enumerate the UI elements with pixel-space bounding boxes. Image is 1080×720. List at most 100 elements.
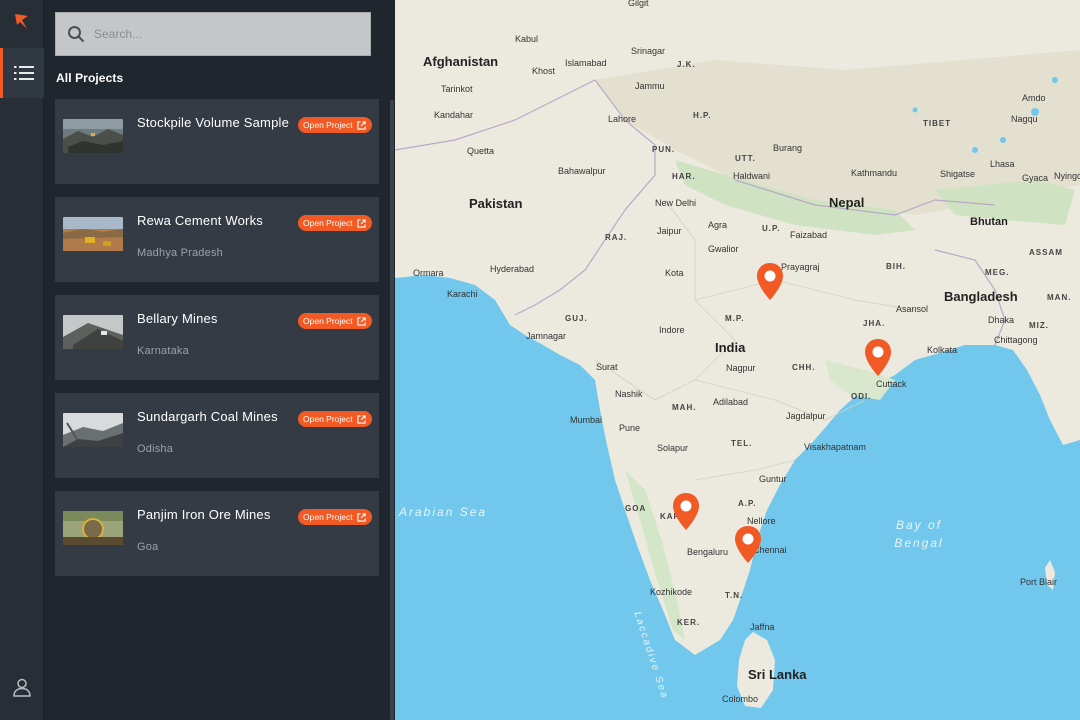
projects-list-icon[interactable] — [0, 48, 44, 98]
map-label-state: T.N. — [725, 591, 744, 600]
map-label-city: Solapur — [657, 443, 689, 453]
map-label-city: Port Blair — [1020, 577, 1058, 587]
map-label-state: RAJ. — [605, 233, 628, 242]
project-thumbnail — [63, 217, 123, 251]
external-link-icon — [356, 414, 366, 424]
map-label-city: Visakhapatnam — [804, 442, 866, 452]
project-pin-sundargarh[interactable] — [863, 338, 893, 378]
map-label-city: Lahore — [608, 114, 637, 124]
map-label-city: Bengaluru — [687, 547, 729, 557]
map-label-state: TIBET — [923, 119, 952, 128]
projects-panel: All Projects Stockpile Volume Sample Ope… — [44, 0, 395, 720]
project-location: Karnataka — [137, 345, 189, 357]
map-label-city: Faizabad — [790, 230, 828, 240]
open-project-label: Open Project — [303, 512, 353, 522]
project-pin-rewa[interactable] — [755, 262, 785, 302]
open-project-button[interactable]: Open Project — [298, 313, 372, 329]
map-label-city: Chittagong — [994, 335, 1038, 345]
map-label-city: Kathmandu — [851, 168, 898, 178]
project-title: Sundargarh Coal Mines — [137, 409, 278, 424]
map-label-city: Jaffna — [750, 622, 775, 632]
app-logo-icon[interactable] — [0, 0, 44, 44]
open-project-button[interactable]: Open Project — [298, 215, 372, 231]
map-label-state: U.P. — [762, 224, 781, 233]
map-label-city: Guntur — [759, 474, 787, 484]
project-card-sundargarh[interactable]: Sundargarh Coal Mines Odisha Open Projec… — [55, 393, 379, 478]
open-project-button[interactable]: Open Project — [298, 509, 372, 525]
external-link-icon — [356, 316, 366, 326]
map-label-city: Nagpur — [726, 363, 756, 373]
section-title: All Projects — [56, 71, 124, 85]
map-label-state: KER. — [677, 618, 701, 627]
map-label-city: Kolkata — [927, 345, 958, 355]
map-label-country: Bangladesh — [944, 289, 1018, 304]
map-label-country: Sri Lanka — [748, 667, 807, 682]
open-project-button[interactable]: Open Project — [298, 117, 372, 133]
project-location: Goa — [137, 541, 159, 553]
project-card-panjim[interactable]: Panjim Iron Ore Mines Goa Open Project — [55, 491, 379, 576]
map-label-city: Lhasa — [990, 159, 1015, 169]
project-location: Odisha — [137, 443, 174, 455]
map-label-city: Colombo — [722, 694, 759, 704]
project-thumbnail — [63, 413, 123, 447]
project-card-bellary[interactable]: Bellary Mines Karnataka Open Project — [55, 295, 379, 380]
user-profile-icon[interactable] — [0, 672, 44, 702]
map-label-country: Afghanistan — [423, 54, 499, 69]
map-label-city: Jagdalpur — [786, 411, 826, 421]
map-label-city: Dhaka — [988, 315, 1015, 325]
map-label-state: H.P. — [693, 111, 712, 120]
map-label-city: Kota — [665, 268, 684, 278]
external-link-icon — [356, 120, 366, 130]
map-label-city: Gilgit — [628, 0, 649, 8]
map-label-state: MAN. — [1047, 293, 1072, 302]
map-label-state: MAH. — [672, 403, 697, 412]
map-label-city: Hyderabad — [490, 264, 535, 274]
map-label-state: JHA. — [863, 319, 886, 328]
project-location: Madhya Pradesh — [137, 247, 223, 259]
map-label-country: Pakistan — [469, 196, 523, 211]
map-label-city: Nyingchi — [1054, 171, 1080, 181]
open-project-button[interactable]: Open Project — [298, 411, 372, 427]
map-label-city: New Delhi — [655, 198, 697, 208]
map-label-state: UTT. — [735, 154, 756, 163]
map-label-city: Nagqu — [1011, 114, 1038, 124]
map-label-city: Pune — [619, 423, 641, 433]
panel-scrollbar[interactable] — [390, 100, 394, 720]
open-project-label: Open Project — [303, 218, 353, 228]
map-label-city: Adilabad — [713, 397, 749, 407]
external-link-icon — [356, 218, 366, 228]
map-label-state: MIZ. — [1029, 321, 1049, 330]
map-label-country: Bhutan — [970, 216, 1008, 228]
map-label-country: Nepal — [829, 195, 865, 210]
project-title: Bellary Mines — [137, 311, 218, 326]
map-label-country: India — [715, 340, 746, 355]
map-label-state: HAR. — [672, 172, 696, 181]
external-link-icon — [356, 512, 366, 522]
search-box — [55, 12, 371, 56]
map-label-city: Karachi — [447, 289, 478, 299]
project-card-rewa[interactable]: Rewa Cement Works Madhya Pradesh Open Pr… — [55, 197, 379, 282]
search-input[interactable] — [94, 13, 370, 55]
map-view[interactable]: Afghanistan Pakistan Nepal Bhutan Bangla… — [395, 0, 1080, 720]
project-card-stockpile[interactable]: Stockpile Volume Sample Open Project — [55, 99, 379, 184]
map-label-city: Kabul — [515, 34, 539, 44]
map-label-city: Amdo — [1022, 93, 1046, 103]
map-label-city: Jaipur — [657, 226, 682, 236]
project-pin-bellary[interactable] — [671, 492, 701, 532]
map-label-city: Jammu — [635, 81, 665, 91]
map-label-city: Surat — [596, 362, 618, 372]
map-label-city: Indore — [659, 325, 685, 335]
open-project-label: Open Project — [303, 120, 353, 130]
open-project-label: Open Project — [303, 316, 353, 326]
open-project-label: Open Project — [303, 414, 353, 424]
map-label-city: Mumbai — [570, 415, 603, 425]
map-label-state: PUN. — [652, 145, 676, 154]
project-title: Rewa Cement Works — [137, 213, 263, 228]
map-label-city: Srinagar — [631, 46, 666, 56]
map-label-city: Nashik — [615, 389, 643, 399]
map-label-city: Cuttack — [876, 379, 907, 389]
map-label-water: Bay of Bengal — [894, 518, 944, 550]
project-pin-panjim[interactable] — [733, 525, 763, 565]
map-label-state: A.P. — [738, 499, 757, 508]
map-label-city: Asansol — [896, 304, 929, 314]
